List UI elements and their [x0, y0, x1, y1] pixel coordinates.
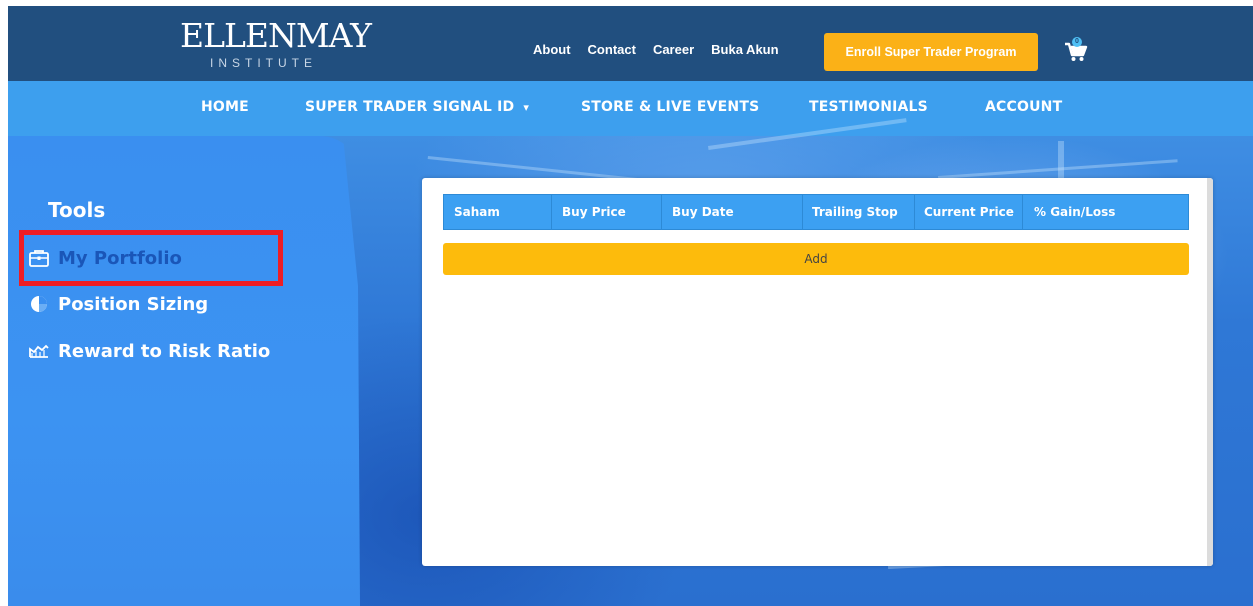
main-nav: HOME SUPER TRADER SIGNAL ID ▾ STORE & LI… [8, 81, 1253, 136]
top-link-career[interactable]: Career [653, 42, 694, 62]
nav-home[interactable]: HOME [201, 99, 249, 115]
chart-icon [29, 344, 49, 358]
sidebar-item-reward-risk[interactable]: Reward to Risk Ratio [28, 337, 270, 365]
briefcase-icon [29, 250, 49, 267]
page: ELLENMAY INSTITUTE About Contact Career … [8, 6, 1253, 606]
logo-sub-text: INSTITUTE [210, 56, 317, 70]
column-header-buy-price[interactable]: Buy Price [562, 205, 626, 219]
logo[interactable]: ELLENMAY INSTITUTE [180, 16, 372, 76]
top-links: About Contact Career Buka Akun [533, 42, 779, 62]
sidebar-item-label: My Portfolio [58, 247, 182, 269]
sidebar-item-label: Position Sizing [58, 293, 209, 315]
column-header-saham[interactable]: Saham [454, 205, 500, 219]
top-link-contact[interactable]: Contact [588, 42, 636, 62]
card-scrollbar[interactable] [1207, 178, 1213, 566]
nav-account[interactable]: ACCOUNT [985, 99, 1062, 115]
nav-testimonials[interactable]: TESTIMONIALS [809, 99, 928, 115]
nav-store-live-events[interactable]: STORE & LIVE EVENTS [581, 99, 759, 115]
add-button[interactable]: Add [443, 243, 1189, 275]
portfolio-table-header: Saham Buy Price Buy Date Trailing Stop C… [443, 194, 1189, 230]
column-header-current-price[interactable]: Current Price [924, 205, 1014, 219]
enroll-button[interactable]: Enroll Super Trader Program [824, 33, 1038, 71]
top-bar: ELLENMAY INSTITUTE About Contact Career … [8, 6, 1253, 81]
tools-heading: Tools [48, 198, 106, 222]
nav-signal-label: SUPER TRADER SIGNAL ID [305, 99, 515, 115]
chevron-down-icon: ▾ [523, 101, 530, 114]
nav-super-trader-signal[interactable]: SUPER TRADER SIGNAL ID ▾ [305, 99, 529, 115]
sidebar-item-position-sizing[interactable]: Position Sizing [28, 290, 208, 318]
portfolio-card: Saham Buy Price Buy Date Trailing Stop C… [422, 178, 1213, 566]
cart-count-badge: 0 [1072, 37, 1082, 47]
sidebar-item-label: Reward to Risk Ratio [58, 340, 271, 362]
sidebar-item-my-portfolio[interactable]: My Portfolio [28, 244, 182, 272]
logo-main-text: ELLENMAY [180, 16, 372, 55]
column-header-buy-date[interactable]: Buy Date [672, 205, 734, 219]
pie-chart-icon [31, 296, 47, 312]
column-header-gain-loss[interactable]: % Gain/Loss [1034, 205, 1115, 219]
top-link-about[interactable]: About [533, 42, 571, 62]
top-link-buka-akun[interactable]: Buka Akun [711, 42, 778, 62]
column-header-trailing-stop[interactable]: Trailing Stop [812, 205, 898, 219]
